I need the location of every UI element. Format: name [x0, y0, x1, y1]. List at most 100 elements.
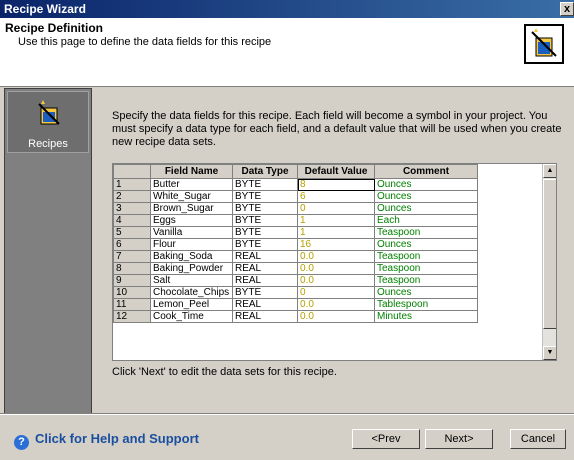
comment-cell[interactable]: Ounces	[374, 238, 478, 251]
scroll-up-icon[interactable]: ▲	[543, 164, 556, 178]
scroll-down-icon[interactable]: ▼	[543, 346, 556, 360]
table-row[interactable]: 5 Vanilla BYTE 1 Teaspoon	[113, 226, 478, 239]
row-number-cell: 9	[113, 274, 151, 287]
default-value-cell[interactable]: 1	[297, 214, 375, 227]
comment-cell[interactable]: Ounces	[374, 286, 478, 299]
comment-cell[interactable]: Minutes	[374, 310, 478, 323]
row-number-cell: 4	[113, 214, 151, 227]
data-type-cell[interactable]: REAL	[232, 274, 298, 287]
data-type-cell[interactable]: BYTE	[232, 214, 298, 227]
prev-button[interactable]: <Prev	[352, 429, 420, 449]
table-row[interactable]: 2 White_Sugar BYTE 6 Ounces	[113, 190, 478, 203]
data-type-cell[interactable]: BYTE	[232, 178, 298, 191]
comment-cell[interactable]: Ounces	[374, 178, 478, 191]
sidebar: Recipes	[4, 88, 92, 414]
row-number-cell: 12	[113, 310, 151, 323]
instructions-text: Specify the data fields for this recipe.…	[112, 110, 562, 148]
data-type-cell[interactable]: REAL	[232, 298, 298, 311]
help-icon: ?	[14, 435, 29, 450]
close-icon[interactable]: x	[560, 2, 574, 16]
table-row[interactable]: 8 Baking_Powder REAL 0.0 Teaspoon	[113, 262, 478, 275]
fields-table: Field Name Data Type Default Value Comme…	[113, 164, 478, 323]
footer: ? Click for Help and Support <Prev Next> …	[0, 414, 574, 460]
table-row[interactable]: 9 Salt REAL 0.0 Teaspoon	[113, 274, 478, 287]
comment-cell[interactable]: Ounces	[374, 190, 478, 203]
data-type-cell[interactable]: BYTE	[232, 226, 298, 239]
default-value-cell[interactable]: 0.0	[297, 250, 375, 263]
field-name-cell[interactable]: Flour	[150, 238, 233, 251]
default-value-cell[interactable]: 6	[297, 190, 375, 203]
recipe-icon	[38, 100, 60, 125]
sidebar-item-label: Recipes	[28, 138, 68, 150]
row-number-cell: 1	[113, 178, 151, 191]
default-value-cell[interactable]: 0	[297, 286, 375, 299]
field-name-cell[interactable]: Vanilla	[150, 226, 233, 239]
row-number-cell: 5	[113, 226, 151, 239]
default-value-cell[interactable]: 0.0	[297, 310, 375, 323]
row-number-cell: 8	[113, 262, 151, 275]
help-label: Click for Help and Support	[35, 431, 199, 446]
column-header-data-type[interactable]: Data Type	[232, 164, 298, 179]
default-value-cell[interactable]: 0	[297, 202, 375, 215]
next-hint-text: Click 'Next' to edit the data sets for t…	[112, 366, 337, 378]
comment-cell[interactable]: Each	[374, 214, 478, 227]
table-row[interactable]: 11 Lemon_Peel REAL 0.0 Tablespoon	[113, 298, 478, 311]
cancel-button[interactable]: Cancel	[510, 429, 566, 449]
table-row[interactable]: 3 Brown_Sugar BYTE 0 Ounces	[113, 202, 478, 215]
field-name-cell[interactable]: White_Sugar	[150, 190, 233, 203]
column-header-row-number	[113, 164, 151, 179]
field-name-cell[interactable]: Salt	[150, 274, 233, 287]
field-name-cell[interactable]: Chocolate_Chips	[150, 286, 233, 299]
row-number-cell: 3	[113, 202, 151, 215]
field-name-cell[interactable]: Baking_Soda	[150, 250, 233, 263]
column-header-field-name[interactable]: Field Name	[150, 164, 233, 179]
field-name-cell[interactable]: Baking_Powder	[150, 262, 233, 275]
page-title: Recipe Definition	[5, 21, 104, 35]
comment-cell[interactable]: Tablespoon	[374, 298, 478, 311]
comment-cell[interactable]: Teaspoon	[374, 274, 478, 287]
main-content: Specify the data fields for this recipe.…	[96, 88, 570, 414]
field-name-cell[interactable]: Butter	[150, 178, 233, 191]
data-type-cell[interactable]: BYTE	[232, 238, 298, 251]
data-type-cell[interactable]: REAL	[232, 262, 298, 275]
next-button[interactable]: Next>	[425, 429, 493, 449]
comment-cell[interactable]: Ounces	[374, 202, 478, 215]
table-row[interactable]: 7 Baking_Soda REAL 0.0 Teaspoon	[113, 250, 478, 263]
table-row[interactable]: 4 Eggs BYTE 1 Each	[113, 214, 478, 227]
help-link[interactable]: ? Click for Help and Support	[14, 431, 199, 450]
comment-cell[interactable]: Teaspoon	[374, 226, 478, 239]
data-type-cell[interactable]: BYTE	[232, 202, 298, 215]
comment-cell[interactable]: Teaspoon	[374, 262, 478, 275]
field-name-cell[interactable]: Cook_Time	[150, 310, 233, 323]
field-name-cell[interactable]: Brown_Sugar	[150, 202, 233, 215]
scroll-thumb[interactable]	[543, 179, 556, 329]
table-row[interactable]: 6 Flour BYTE 16 Ounces	[113, 238, 478, 251]
data-type-cell[interactable]: BYTE	[232, 286, 298, 299]
default-value-cell[interactable]: 0.0	[297, 262, 375, 275]
column-header-default-value[interactable]: Default Value	[297, 164, 375, 179]
default-value-cell[interactable]: 0.0	[297, 274, 375, 287]
row-number-cell: 6	[113, 238, 151, 251]
wizard-icon	[524, 24, 564, 64]
fields-grid[interactable]: Field Name Data Type Default Value Comme…	[112, 163, 557, 361]
sidebar-item-recipes[interactable]: Recipes	[7, 91, 89, 153]
table-row[interactable]: 12 Cook_Time REAL 0.0 Minutes	[113, 310, 478, 323]
window-title: Recipe Wizard	[4, 2, 86, 16]
default-value-cell[interactable]: 8	[297, 178, 375, 191]
table-row[interactable]: 1 Butter BYTE 8 Ounces	[113, 178, 478, 191]
data-type-cell[interactable]: REAL	[232, 310, 298, 323]
field-name-cell[interactable]: Eggs	[150, 214, 233, 227]
field-name-cell[interactable]: Lemon_Peel	[150, 298, 233, 311]
page-subtitle: Use this page to define the data fields …	[18, 36, 272, 48]
vertical-scrollbar[interactable]: ▲ ▼	[542, 164, 556, 360]
default-value-cell[interactable]: 1	[297, 226, 375, 239]
column-header-comment[interactable]: Comment	[374, 164, 478, 179]
default-value-cell[interactable]: 16	[297, 238, 375, 251]
data-type-cell[interactable]: BYTE	[232, 190, 298, 203]
data-type-cell[interactable]: REAL	[232, 250, 298, 263]
default-value-cell[interactable]: 0.0	[297, 298, 375, 311]
row-number-cell: 10	[113, 286, 151, 299]
table-row[interactable]: 10 Chocolate_Chips BYTE 0 Ounces	[113, 286, 478, 299]
title-bar: Recipe Wizard x	[0, 0, 574, 18]
comment-cell[interactable]: Teaspoon	[374, 250, 478, 263]
